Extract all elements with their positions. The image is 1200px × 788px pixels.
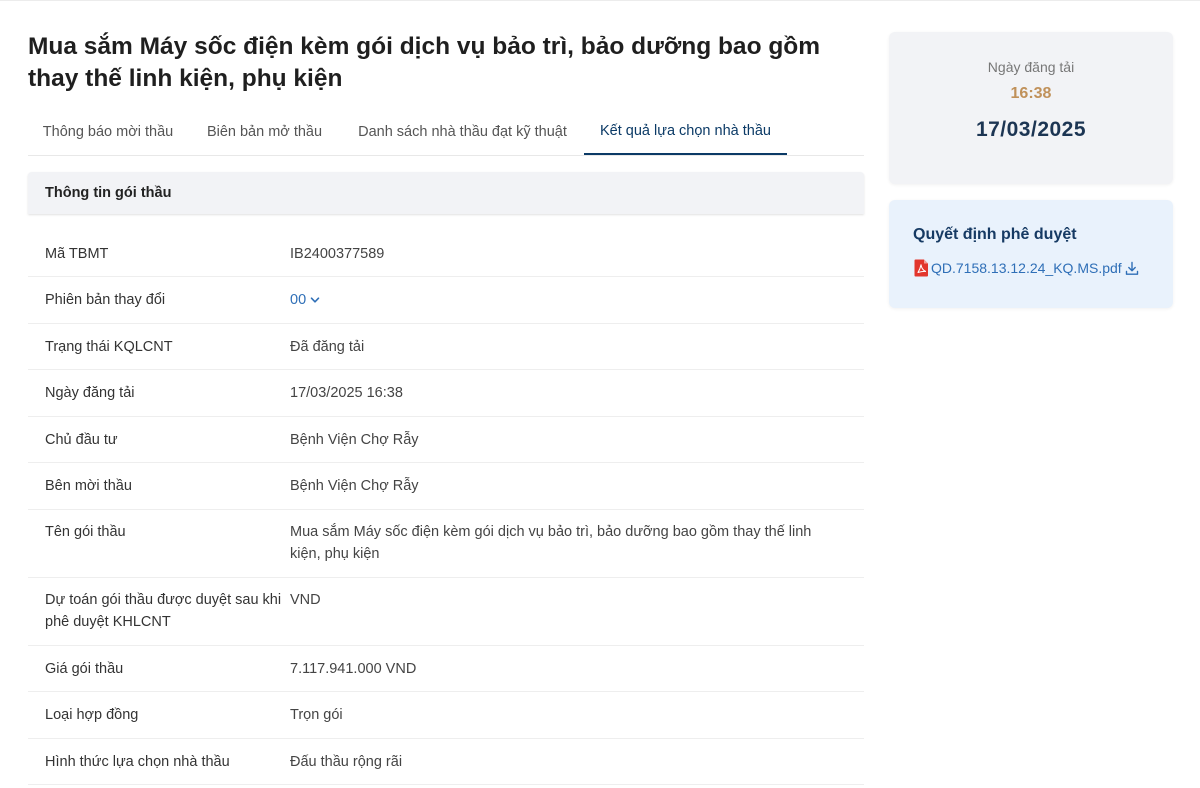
decision-file-name: QD.7158.13.12.24_KQ.MS.pdf bbox=[931, 260, 1122, 276]
row-label: Phiên bản thay đổi bbox=[45, 292, 166, 308]
row-label: Ngày đăng tải bbox=[45, 385, 135, 401]
tab-ket-qua-lua-chon[interactable]: Kết quả lựa chọn nhà thầu bbox=[584, 108, 787, 155]
table-row: Dự toán gói thầu được duyệt sau khi phê … bbox=[28, 578, 864, 646]
download-icon[interactable] bbox=[1125, 261, 1139, 276]
row-label: Dự toán gói thầu được duyệt sau khi phê … bbox=[45, 592, 282, 630]
row-value: Trọn gói bbox=[290, 707, 343, 723]
row-value: Bệnh Viện Chợ Rẫy bbox=[290, 478, 419, 494]
info-table: Mã TBMT IB2400377589 Phiên bản thay đổi … bbox=[28, 231, 864, 785]
table-row: Trạng thái KQLCNT Đã đăng tải bbox=[28, 324, 864, 370]
decision-file-link[interactable]: QD.7158.13.12.24_KQ.MS.pdf bbox=[914, 259, 1139, 277]
row-value: 17/03/2025 16:38 bbox=[290, 385, 403, 401]
table-row: Ngày đăng tải 17/03/2025 16:38 bbox=[28, 370, 864, 417]
chevron-down-icon bbox=[310, 297, 320, 303]
table-row: Giá gói thầu 7.117.941.000 VND bbox=[28, 646, 864, 692]
version-value: 00 bbox=[290, 292, 307, 308]
table-row: Hình thức lựa chọn nhà thầu Đấu thầu rộn… bbox=[28, 739, 864, 785]
tab-bar: Thông báo mời thầu Biên bản mở thầu Danh… bbox=[28, 108, 864, 156]
row-value: Mua sắm Máy sốc điện kèm gói dịch vụ bảo… bbox=[290, 524, 812, 562]
row-value: IB2400377589 bbox=[290, 246, 385, 262]
table-row: Chủ đầu tư Bệnh Viện Chợ Rẫy bbox=[28, 417, 864, 463]
table-row: Loại hợp đồng Trọn gói bbox=[28, 692, 864, 739]
row-label: Bên mời thầu bbox=[45, 478, 132, 494]
table-row: Tên gói thầu Mua sắm Máy sốc điện kèm gó… bbox=[28, 510, 864, 578]
row-label: Chủ đầu tư bbox=[45, 432, 118, 448]
row-value: Bệnh Viện Chợ Rẫy bbox=[290, 432, 419, 448]
table-row: Bên mời thầu Bệnh Viện Chợ Rẫy bbox=[28, 463, 864, 510]
table-row: Mã TBMT IB2400377589 bbox=[28, 231, 864, 277]
page-title: Mua sắm Máy sốc điện kèm gói dịch vụ bảo… bbox=[28, 33, 821, 92]
panel-header: Thông tin gói thầu bbox=[28, 172, 864, 214]
pdf-file-icon bbox=[914, 259, 928, 277]
row-value: 7.117.941.000 VND bbox=[290, 661, 417, 677]
top-divider bbox=[0, 0, 1200, 1]
post-date: 17/03/2025 bbox=[975, 118, 1087, 141]
decision-card: Quyết định phê duyệt bbox=[889, 200, 1173, 308]
table-row: Phiên bản thay đổi 00 bbox=[28, 277, 864, 324]
row-label: Loại hợp đồng bbox=[45, 707, 139, 723]
tab-danh-sach-nha-thau[interactable]: Danh sách nhà thầu đạt kỹ thuật bbox=[341, 108, 584, 155]
decision-heading: Quyết định phê duyệt bbox=[913, 226, 1077, 243]
row-label: Tên gói thầu bbox=[45, 524, 126, 540]
post-date-label: Ngày đăng tải bbox=[987, 59, 1075, 75]
row-label: Hình thức lựa chọn nhà thầu bbox=[45, 754, 230, 770]
post-time: 16:38 bbox=[1010, 85, 1052, 102]
post-date-card: Ngày đăng tải 16:38 17/03/2025 bbox=[889, 32, 1173, 184]
row-label: Giá gói thầu bbox=[45, 661, 124, 677]
version-select[interactable]: 00 bbox=[290, 289, 320, 311]
tab-thong-bao-moi-thau[interactable]: Thông báo mời thầu bbox=[28, 108, 188, 155]
row-value: VND bbox=[290, 592, 321, 608]
row-value: Đấu thầu rộng rãi bbox=[290, 754, 403, 770]
row-label: Trạng thái KQLCNT bbox=[45, 339, 173, 355]
tab-bien-ban-mo-thau[interactable]: Biên bản mở thầu bbox=[188, 108, 341, 155]
row-value: Đã đăng tải bbox=[290, 339, 365, 355]
row-label: Mã TBMT bbox=[45, 246, 109, 262]
